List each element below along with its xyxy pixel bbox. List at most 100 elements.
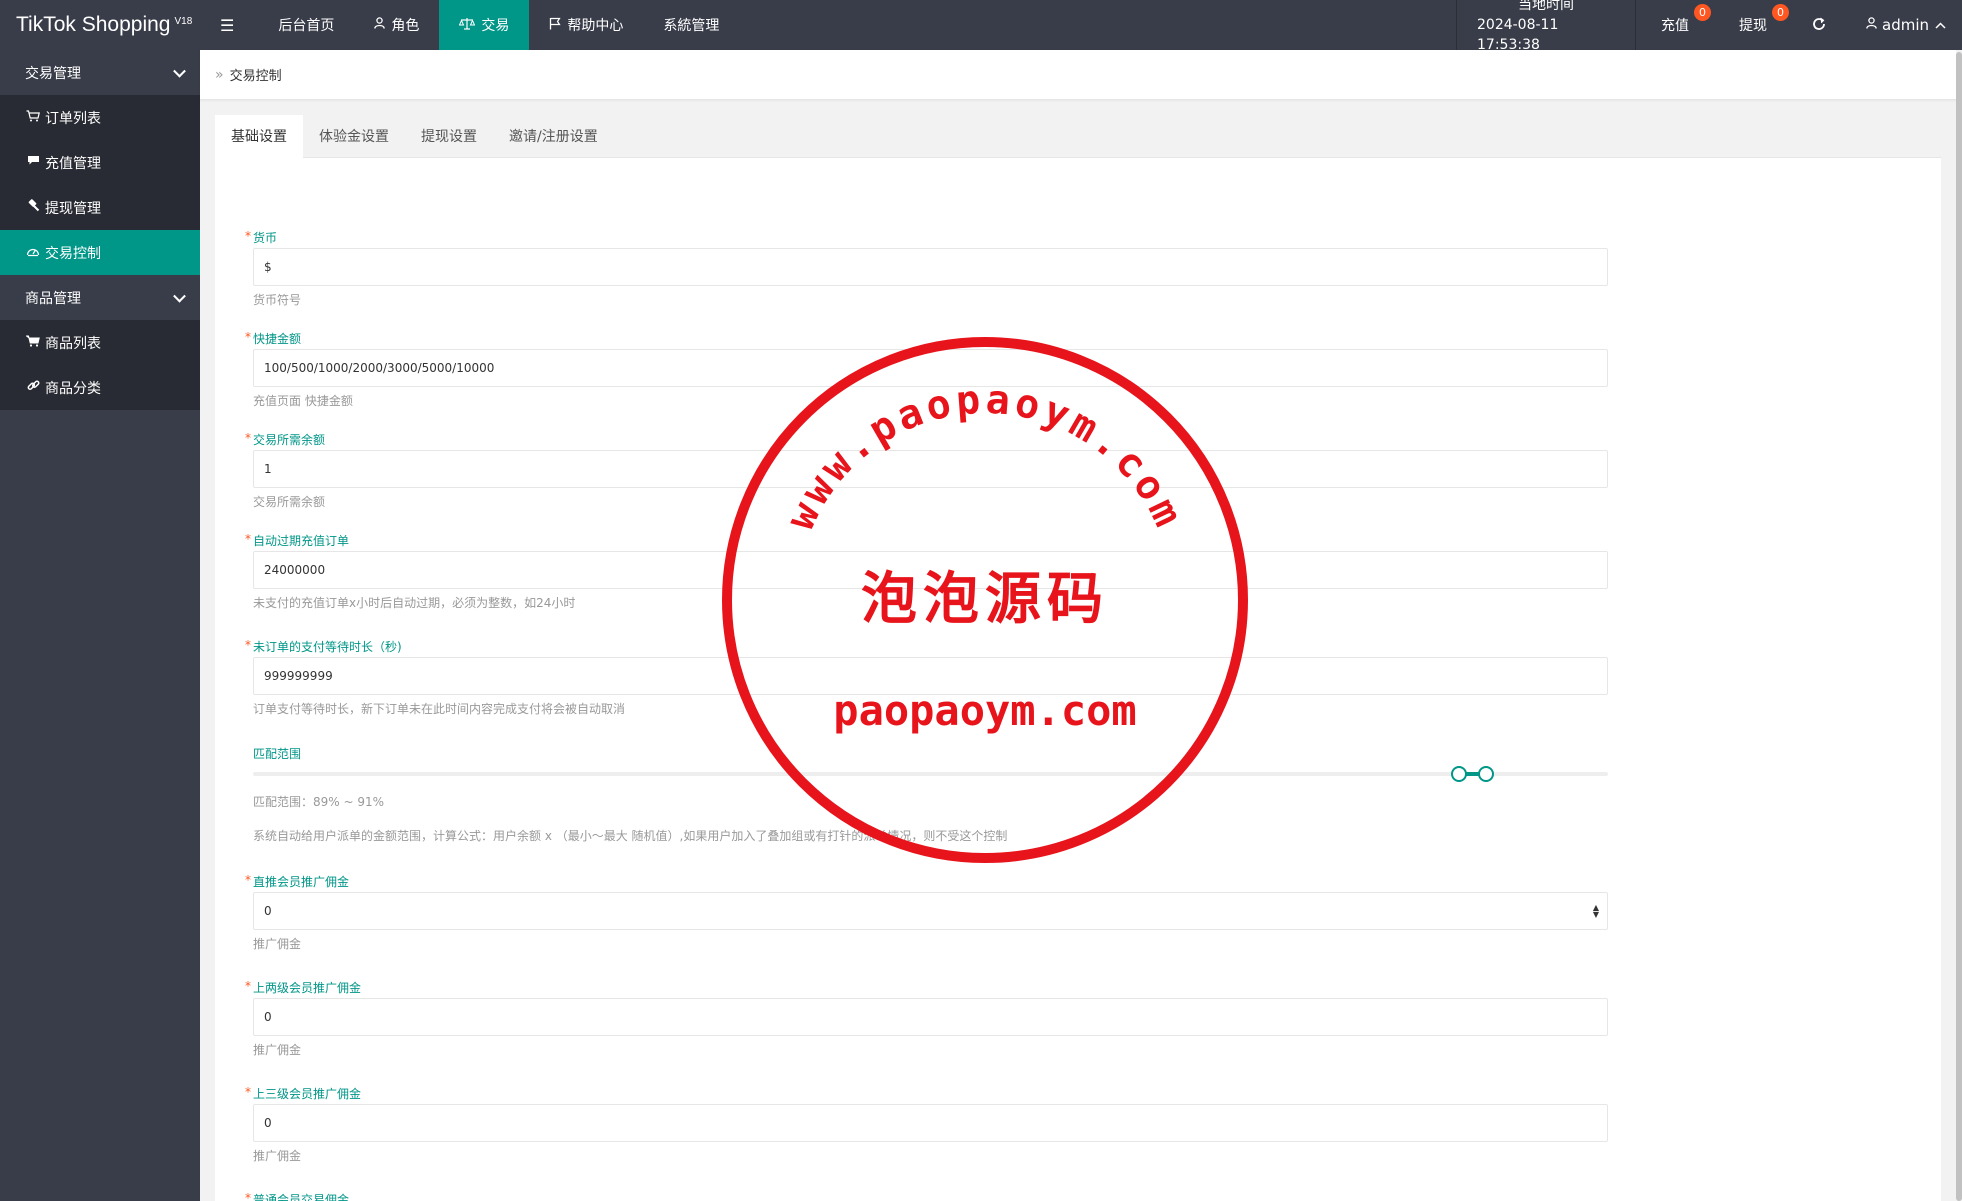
match-range-max-handle[interactable] [1478,766,1495,782]
sidebar-group-label: 商品管理 [25,290,81,307]
nav-role[interactable]: 角色 [354,0,439,50]
currency-input[interactable]: $ [253,248,1608,286]
withdraw-label: 提现 [1739,18,1767,34]
chat-icon [25,155,41,170]
nav-help[interactable]: 帮助中心 [529,0,643,50]
field-label-text: 自动过期充值订单 [253,534,350,548]
level2-commission-input[interactable]: 0 [253,998,1608,1036]
sidebar-item-product-category[interactable]: 商品分类 [0,365,200,410]
required-mark: * [245,1085,251,1099]
link-icon [25,379,41,396]
nav-system-label: 系統管理 [663,18,720,34]
match-range-min-handle[interactable] [1450,766,1467,782]
gavel-icon [25,199,41,216]
tab-trial-fund[interactable]: 体验金设置 [303,115,405,157]
match-range-slider-track[interactable] [253,772,1608,776]
recharge-button[interactable]: 充值 0 [1636,0,1714,50]
withdraw-button[interactable]: 提现 0 [1714,0,1792,50]
user-menu-button[interactable]: admin [1846,0,1962,50]
sidebar-item-label: 充值管理 [45,155,101,172]
sidebar-item-recharge[interactable]: 充值管理 [0,140,200,185]
pay-wait-input[interactable]: 999999999 [253,657,1608,695]
sidebar-item-withdraw[interactable]: 提现管理 [0,185,200,230]
field-help: 系统自动给用户派单的金额范围，计算公式：用户余额 x （最小～最大 随机值）,如… [253,829,1008,843]
tab-basic[interactable]: 基础设置 [215,115,303,158]
required-mark: * [245,229,251,243]
sidebar-item-label: 提现管理 [45,200,101,217]
field-help: 交易所需余额 [253,495,326,509]
scale-icon [459,17,476,34]
scrollbar-thumb[interactable] [1956,52,1962,1201]
field-normal-commission: * 普通会员交易佣金 [245,1191,1608,1201]
chevron-down-icon [173,64,186,78]
nav-system[interactable]: 系統管理 [643,0,739,50]
required-mark: * [245,979,251,993]
withdraw-badge: 0 [1772,4,1789,21]
sidebar-item-product-list[interactable]: 商品列表 [0,320,200,365]
field-help: 订单支付等待时长，新下订单未在此时间内容完成支付将会被自动取消 [253,702,626,716]
nav-trade-label: 交易 [481,18,510,34]
recharge-label: 充值 [1661,18,1689,34]
field-quick-amount: * 快捷金额 100/500/1000/2000/3000/5000/10000 … [245,330,1608,409]
breadcrumb-current[interactable]: 交易控制 [230,65,282,84]
sidebar-group-product[interactable]: 商品管理 [0,275,200,320]
field-help: 推广佣金 [253,937,302,951]
tab-bar: 基础设置 体验金设置 提现设置 邀请/注册设置 [215,115,1941,158]
required-mark: * [245,638,251,652]
app-version: V18 [174,15,193,27]
sidebar-group-label: 交易管理 [25,65,81,82]
breadcrumb: » 交易控制 [200,50,1956,100]
field-match-range: 匹配范围 匹配范围：89% ~ 91% 系统自动给用户派单的金额范围，计算公式：… [253,746,1608,846]
tab-invite-register[interactable]: 邀请/注册设置 [493,115,614,157]
page-scrollbar[interactable] [1956,50,1962,1201]
auto-expire-input[interactable]: 24000000 [253,551,1608,589]
field-help: 推广佣金 [253,1149,302,1163]
field-label: * 交易所需余额 [245,431,1608,448]
local-time-label: 当地时间 [1518,0,1574,13]
field-level3-commission: * 上三级会员推广佣金 0 推广佣金 [245,1085,1608,1164]
app-logo[interactable]: TikTok Shopping V18 [0,0,200,50]
sidebar-item-trade-control[interactable]: 交易控制 [0,230,200,275]
nav-trade[interactable]: 交易 [439,0,530,50]
direct-commission-input[interactable]: 0 ▲ ▼ [253,892,1608,930]
field-label-text: 普通会员交易佣金 [253,1193,350,1201]
tab-withdraw[interactable]: 提现设置 [405,115,493,157]
level3-commission-input[interactable]: 0 [253,1104,1608,1142]
field-pay-wait: * 未订单的支付等待时长（秒) 999999999 订单支付等待时长，新下订单未在… [245,638,1608,717]
trade-balance-input[interactable]: 1 [253,450,1608,488]
field-label: * 直推会员推广佣金 [245,873,1608,890]
field-trade-balance: * 交易所需余额 1 交易所需余额 [245,431,1608,510]
sidebar-item-label: 商品分类 [45,380,101,397]
field-label: * 快捷金额 [245,330,1608,347]
sidebar-item-orders[interactable]: 订单列表 [0,95,200,140]
chevron-down-icon [173,289,186,303]
settings-card: 基础设置 体验金设置 提现设置 邀请/注册设置 * 货币 $ 货币符号 * 快捷金额… [215,115,1941,1201]
nav-home-label: 后台首页 [278,18,335,34]
field-label: * 自动过期充值订单 [245,532,1608,549]
nav-home[interactable]: 后台首页 [258,0,354,50]
field-label: * 上两级会员推广佣金 [245,979,1608,996]
chevron-up-icon [1935,18,1946,32]
sidebar-item-label: 交易控制 [45,245,101,262]
refresh-icon [1812,16,1826,35]
field-label-text: 货币 [253,231,278,245]
sidebar-group-trade[interactable]: 交易管理 [0,50,200,95]
quick-amount-input[interactable]: 100/500/1000/2000/3000/5000/10000 [253,349,1608,387]
number-stepper-icon[interactable]: ▲ ▼ [1593,904,1599,919]
cart-icon [25,109,41,126]
local-time-value: 2024-08-11 17:53:38 [1477,17,1559,53]
required-mark: * [245,431,251,445]
sidebar-item-label: 商品列表 [45,335,101,352]
field-help: 未支付的充值订单x小时后自动过期，必须为整数，如24小时 [253,596,576,610]
dashboard-icon [25,245,41,261]
menu-toggle-button[interactable]: ☰ [200,0,258,50]
required-mark: * [245,532,251,546]
field-direct-commission: * 直推会员推广佣金 0 ▲ ▼ 推广佣金 [245,873,1608,952]
field-currency: * 货币 $ 货币符号 [245,229,1608,308]
top-nav: ☰ 后台首页 角色 交易 帮助中心 系統管理 [200,0,739,50]
field-help: 货币符号 [253,293,302,307]
field-label: 匹配范围 [253,747,302,761]
field-label-text: 快捷金额 [253,332,302,346]
field-label-text: 交易所需余额 [253,433,326,447]
refresh-button[interactable] [1792,0,1846,50]
